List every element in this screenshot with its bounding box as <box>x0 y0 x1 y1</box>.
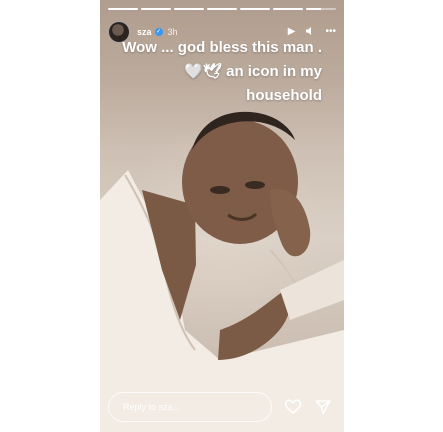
progress-segment <box>240 8 270 10</box>
more-icon[interactable]: ••• <box>325 27 336 37</box>
verified-badge-icon: ✓ <box>154 28 163 36</box>
heart-icon[interactable] <box>284 398 302 416</box>
story-caption: Wow ... god bless this man . 🤍🕊 an icon … <box>122 39 322 104</box>
story-footer <box>108 392 336 422</box>
story-progress <box>108 8 336 10</box>
send-icon[interactable] <box>314 398 332 416</box>
reply-input[interactable] <box>108 392 272 422</box>
progress-segment <box>207 8 237 10</box>
story-viewer[interactable]: sza ✓ 3h ▶ ••• Wow ... god bless this ma… <box>100 0 344 432</box>
progress-segment <box>174 8 204 10</box>
progress-segment <box>306 8 336 10</box>
progress-segment <box>141 8 171 10</box>
progress-segment <box>273 8 303 10</box>
progress-segment <box>108 8 138 10</box>
